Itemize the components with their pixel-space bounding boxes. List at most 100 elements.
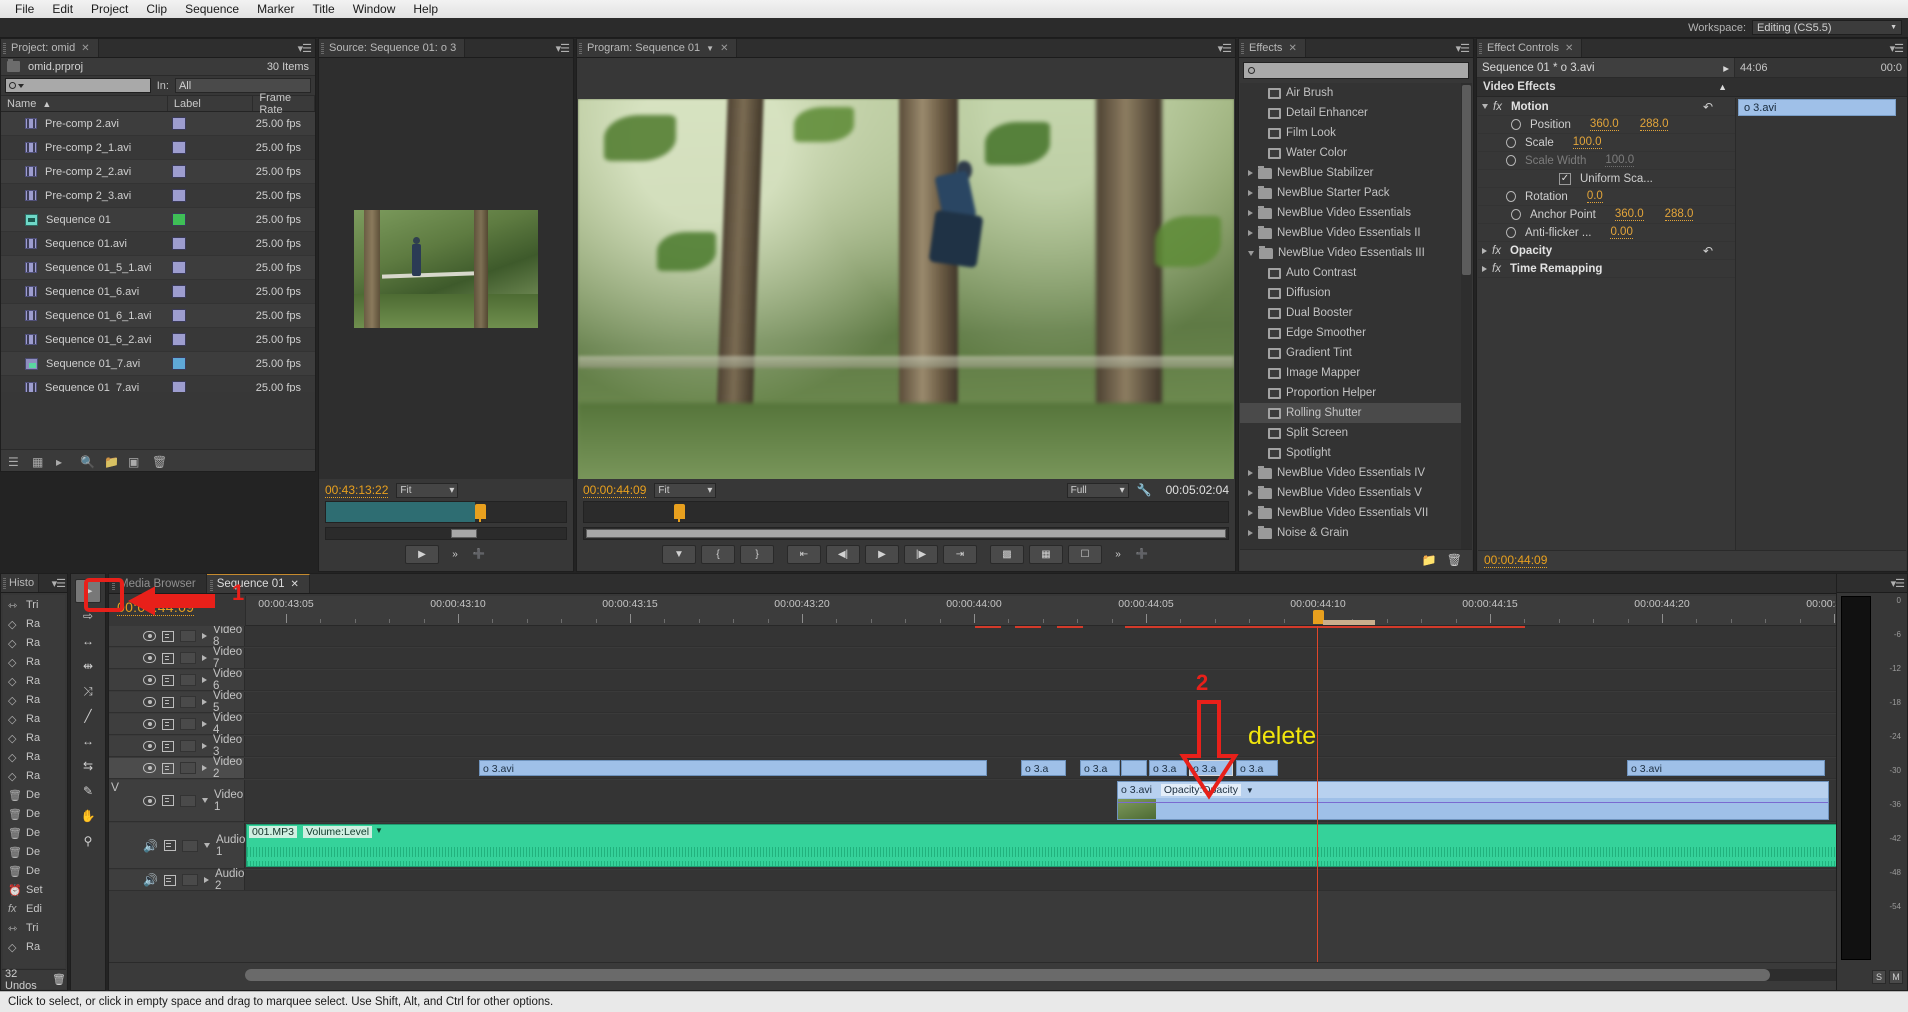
project-item-label-cell[interactable]: [169, 213, 255, 226]
track-header-video-1[interactable]: Video 1: [109, 780, 245, 821]
menu-item-clip[interactable]: Clip: [137, 0, 176, 18]
effect-property-row[interactable]: fx Opacity ↶: [1478, 242, 1735, 260]
ripple-edit-tool[interactable]: ↔: [75, 629, 101, 653]
lock-icon[interactable]: [163, 840, 176, 851]
project-item-label-cell[interactable]: [169, 189, 255, 202]
go-to-out-button[interactable]: ⇥: [943, 545, 977, 564]
property-value[interactable]: 288.0: [1664, 208, 1694, 221]
panel-menu-icon[interactable]: ▾☰: [1218, 42, 1232, 55]
tab-effect-controls[interactable]: Effect Controls ✕: [1477, 39, 1583, 57]
zoom-tool[interactable]: ⚲: [75, 829, 101, 853]
step-back-button[interactable]: ◀|: [826, 545, 860, 564]
solo-button[interactable]: S: [1872, 970, 1886, 984]
track-toggle[interactable]: [180, 652, 196, 664]
eye-icon[interactable]: [143, 795, 156, 806]
track-clip-area[interactable]: o 3.avi o 3.a o 3.a o 3.a o 3.a o 3.a o …: [245, 758, 1907, 778]
chevron-right-icon[interactable]: [202, 765, 207, 771]
eye-icon[interactable]: [143, 741, 156, 751]
hand-tool[interactable]: ✋: [75, 804, 101, 828]
chevron-right-icon[interactable]: [1248, 470, 1253, 476]
eye-icon[interactable]: [143, 697, 156, 707]
track-clip-area[interactable]: [245, 736, 1907, 756]
track-header-video-8[interactable]: Video 8: [109, 626, 245, 648]
chevron-right-icon[interactable]: [1482, 265, 1487, 272]
chevron-down-icon[interactable]: [202, 798, 208, 803]
table-row[interactable]: Pre-comp 2_3.avi 25.00 fps: [1, 184, 315, 208]
track-toggle[interactable]: [180, 630, 196, 642]
track-toggle[interactable]: [180, 762, 196, 774]
effects-list-item[interactable]: Image Mapper: [1240, 363, 1472, 383]
track-target-v[interactable]: V: [111, 780, 119, 794]
track-header-video-3[interactable]: Video 3: [109, 734, 245, 758]
mute-button[interactable]: M: [1889, 970, 1903, 984]
timeline-clip[interactable]: o 3.avi: [479, 760, 987, 776]
project-item-label-cell[interactable]: [169, 117, 255, 130]
history-list-item[interactable]: ⇿ Tri: [3, 918, 65, 937]
timeline-horizontal-scrollbar[interactable]: [245, 969, 1867, 981]
lock-icon[interactable]: [162, 674, 174, 686]
effect-property-row[interactable]: Scale 100.0: [1478, 134, 1735, 152]
tab-media-browser[interactable]: Media Browser: [109, 574, 207, 593]
new-item-icon[interactable]: ▣: [128, 455, 141, 469]
pen-tool[interactable]: ✎: [75, 779, 101, 803]
history-list-item[interactable]: ◇ Ra: [3, 709, 65, 728]
table-row[interactable]: Sequence 01_7.avi 25.00 fps: [1, 376, 315, 392]
program-zoom-scrollbar[interactable]: [583, 527, 1229, 540]
stopwatch-icon[interactable]: [1511, 119, 1521, 130]
project-item-label-cell[interactable]: [169, 357, 255, 370]
project-column-name[interactable]: Name ▲: [1, 96, 168, 111]
project-item-label-cell[interactable]: [169, 141, 255, 154]
history-list-item[interactable]: 🗑 De: [3, 861, 65, 880]
tools-list[interactable]: ➤ ⇨ ↔ ⇹ ⤨ ╱ ↔ ⇆ ✎ ✋ ⚲: [71, 574, 105, 853]
menu-item-window[interactable]: Window: [344, 0, 405, 18]
property-value[interactable]: 0.0: [1586, 190, 1603, 203]
panel-menu-icon[interactable]: ▾☰: [1890, 42, 1904, 55]
chevron-down-icon[interactable]: [1482, 104, 1488, 109]
timeline-clip[interactable]: o 3.a: [1189, 760, 1233, 776]
chevron-right-icon[interactable]: [202, 743, 207, 749]
track-toggle[interactable]: [180, 696, 196, 708]
track-header-video-7[interactable]: Video 7: [109, 646, 245, 670]
effects-list-item[interactable]: Gradient Tint: [1240, 343, 1472, 363]
stopwatch-icon[interactable]: [1511, 209, 1521, 220]
delete-effect-icon[interactable]: 🗑: [1447, 553, 1462, 567]
lock-icon[interactable]: [162, 652, 174, 664]
track-clip-area[interactable]: 001.MP3 Volume:Level ▼: [245, 823, 1907, 868]
chevron-down-icon[interactable]: [203, 843, 210, 848]
close-icon[interactable]: ✕: [81, 43, 89, 54]
effects-search-input[interactable]: [1243, 62, 1469, 79]
track-toggle[interactable]: [180, 674, 196, 686]
safe-margins-button[interactable]: ☐: [1068, 545, 1102, 564]
chevron-right-icon[interactable]: [1248, 190, 1253, 196]
history-list-item[interactable]: ◇ Ra: [3, 728, 65, 747]
lock-icon[interactable]: [162, 630, 174, 642]
go-to-in-button[interactable]: ⇤: [787, 545, 821, 564]
lock-icon[interactable]: [162, 696, 174, 708]
track-clip-area[interactable]: [245, 648, 1907, 668]
chevron-right-icon[interactable]: [1248, 170, 1253, 176]
rate-stretch-tool[interactable]: ⤨: [75, 679, 101, 703]
program-add-button[interactable]: ➕: [1134, 545, 1150, 564]
effects-list-item[interactable]: Spotlight: [1240, 443, 1472, 463]
effect-controls-mini-timeline[interactable]: 44:06 00:0: [1735, 58, 1907, 77]
effects-list-item[interactable]: NewBlue Starter Pack: [1240, 183, 1472, 203]
history-list-item[interactable]: ◇ Ra: [3, 937, 65, 956]
effects-list-item[interactable]: NewBlue Video Essentials: [1240, 203, 1472, 223]
speaker-icon[interactable]: 🔊: [143, 873, 158, 887]
property-value[interactable]: 100.0: [1572, 136, 1602, 149]
track-header-video-6[interactable]: Video 6: [109, 668, 245, 692]
timeline-clip[interactable]: o 3.avi: [1627, 760, 1825, 776]
tab-effects[interactable]: Effects ✕: [1239, 39, 1306, 57]
project-item-label-cell[interactable]: [169, 333, 255, 346]
effects-list-item[interactable]: Rolling Shutter: [1240, 403, 1472, 423]
menu-item-marker[interactable]: Marker: [248, 0, 303, 18]
effects-list-item[interactable]: Split Screen: [1240, 423, 1472, 443]
effects-list-item[interactable]: NewBlue Video Essentials V: [1240, 483, 1472, 503]
track-clip-area[interactable]: o 3.avi Opacity:Opacity ▼: [245, 780, 1907, 821]
track-toggle[interactable]: [180, 794, 196, 807]
table-row[interactable]: Sequence 01_7.avi 25.00 fps: [1, 352, 315, 376]
close-icon[interactable]: ✕: [1288, 43, 1296, 54]
timeline-tracks[interactable]: Video 8 Video 7 Video 6 Video 5 Video 4 …: [109, 626, 1907, 962]
audio-effect-label[interactable]: Volume:Level: [303, 826, 373, 838]
track-header-video-5[interactable]: Video 5: [109, 690, 245, 714]
